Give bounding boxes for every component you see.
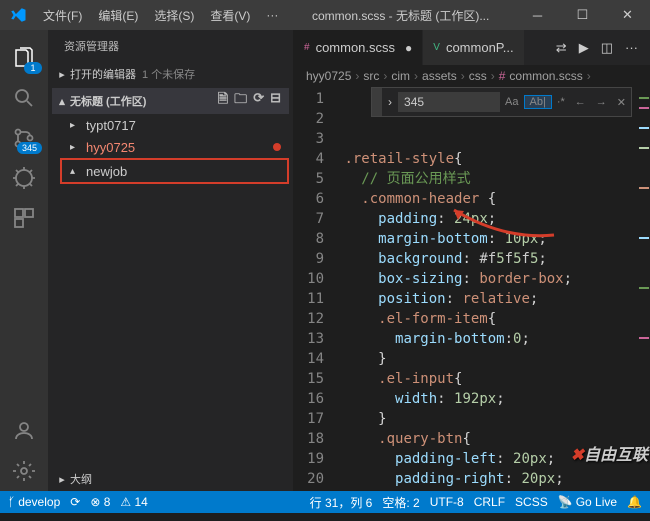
find-widget[interactable]: › Aa Ab| ·* ← → ✕ bbox=[371, 87, 632, 117]
find-resize-handle[interactable] bbox=[372, 88, 382, 116]
editor-content[interactable]: .retail-style{ // 页面公用样式 .common-header … bbox=[336, 87, 635, 491]
refresh-icon[interactable]: ⟳ bbox=[253, 90, 264, 112]
branch-button[interactable]: ᚶ develop bbox=[8, 495, 60, 509]
vscode-logo bbox=[0, 6, 35, 24]
errors-button[interactable]: ⊗ 8 bbox=[90, 495, 110, 509]
workspace-section[interactable]: ▴ 无标题 (工作区) 🗎 🗀 ⟳ ⊟ bbox=[52, 88, 289, 114]
collapse-icon[interactable]: ⊟ bbox=[270, 90, 281, 112]
find-input[interactable] bbox=[398, 92, 500, 112]
minimap[interactable] bbox=[635, 87, 650, 491]
notifications-icon[interactable]: 🔔 bbox=[627, 495, 642, 509]
explorer-icon[interactable]: 1 bbox=[0, 38, 48, 78]
unsaved-note: 1 个未保存 bbox=[142, 66, 195, 82]
modified-dot-icon bbox=[273, 143, 281, 151]
tree-item-newjob[interactable]: ▴ newjob bbox=[60, 158, 289, 184]
find-expand-icon[interactable]: › bbox=[382, 95, 398, 109]
encoding-button[interactable]: UTF-8 bbox=[430, 495, 464, 509]
outline-section[interactable]: ▸ 大纲 bbox=[52, 469, 289, 489]
run-icon[interactable]: ▶ bbox=[579, 40, 589, 56]
explorer-badge: 1 bbox=[24, 62, 42, 74]
minimize-button[interactable]: ─ bbox=[515, 0, 560, 30]
warnings-button[interactable]: ⚠ 14 bbox=[120, 495, 147, 509]
debug-icon[interactable] bbox=[0, 158, 48, 198]
dirty-indicator-icon[interactable]: ● bbox=[405, 41, 412, 55]
cursor-position[interactable]: 行 31，列 6 bbox=[310, 494, 373, 511]
workspace-label: 无标题 (工作区) bbox=[70, 93, 146, 109]
indent-button[interactable]: 空格: 2 bbox=[382, 494, 419, 511]
new-folder-icon[interactable]: 🗀 bbox=[234, 90, 247, 112]
account-icon[interactable] bbox=[0, 411, 48, 451]
tree-item-hyy0725[interactable]: ▸ hyy0725 bbox=[62, 136, 289, 158]
compare-icon[interactable]: ⇄ bbox=[556, 40, 567, 56]
new-file-icon[interactable]: 🗎 bbox=[218, 90, 228, 112]
golive-button[interactable]: 📡 Go Live bbox=[558, 495, 617, 509]
outline-label: 大纲 bbox=[70, 471, 92, 487]
scss-icon: # bbox=[499, 69, 506, 83]
extensions-icon[interactable] bbox=[0, 198, 48, 238]
sync-button[interactable]: ⟳ bbox=[70, 495, 80, 509]
line-numbers: 12345678910111213141516171819202122 bbox=[294, 87, 336, 491]
find-next-icon[interactable]: → bbox=[591, 96, 612, 108]
open-editors-label: 打开的编辑器 bbox=[70, 66, 136, 82]
window-title: common.scss - 无标题 (工作区)... bbox=[286, 7, 515, 24]
gear-icon[interactable] bbox=[0, 451, 48, 491]
scm-badge: 345 bbox=[17, 142, 42, 154]
explorer-title: 资源管理器 bbox=[48, 30, 293, 62]
eol-button[interactable]: CRLF bbox=[474, 495, 505, 509]
vue-icon: V bbox=[433, 42, 440, 53]
menu-select[interactable]: 选择(S) bbox=[146, 7, 202, 24]
scss-icon: # bbox=[304, 42, 310, 53]
menu-file[interactable]: 文件(F) bbox=[35, 7, 90, 24]
menu-edit[interactable]: 编辑(E) bbox=[90, 7, 146, 24]
menu-view[interactable]: 查看(V) bbox=[202, 7, 258, 24]
more-icon[interactable]: ··· bbox=[625, 40, 638, 55]
search-icon[interactable] bbox=[0, 78, 48, 118]
find-close-icon[interactable]: ✕ bbox=[612, 96, 631, 109]
find-prev-icon[interactable]: ← bbox=[570, 96, 591, 108]
match-case-icon[interactable]: Aa bbox=[500, 96, 523, 108]
maximize-button[interactable]: ☐ bbox=[560, 0, 605, 30]
tree-item-typt0717[interactable]: ▸ typt0717 bbox=[62, 114, 289, 136]
breadcrumb[interactable]: hyy0725› src› cim› assets› css› # common… bbox=[294, 65, 650, 87]
whole-word-icon[interactable]: Ab| bbox=[524, 95, 552, 109]
language-button[interactable]: SCSS bbox=[515, 495, 548, 509]
regex-icon[interactable]: ·* bbox=[552, 96, 570, 108]
close-button[interactable]: ✕ bbox=[605, 0, 650, 30]
open-editors-section[interactable]: ▸ 打开的编辑器 1 个未保存 bbox=[52, 64, 289, 84]
source-control-icon[interactable]: 345 bbox=[0, 118, 48, 158]
split-icon[interactable]: ◫ bbox=[601, 40, 613, 56]
tab-common-scss[interactable]: # common.scss ● bbox=[294, 30, 423, 65]
menu-more[interactable]: ··· bbox=[258, 8, 286, 22]
tab-commonp[interactable]: V commonP... bbox=[423, 30, 524, 65]
